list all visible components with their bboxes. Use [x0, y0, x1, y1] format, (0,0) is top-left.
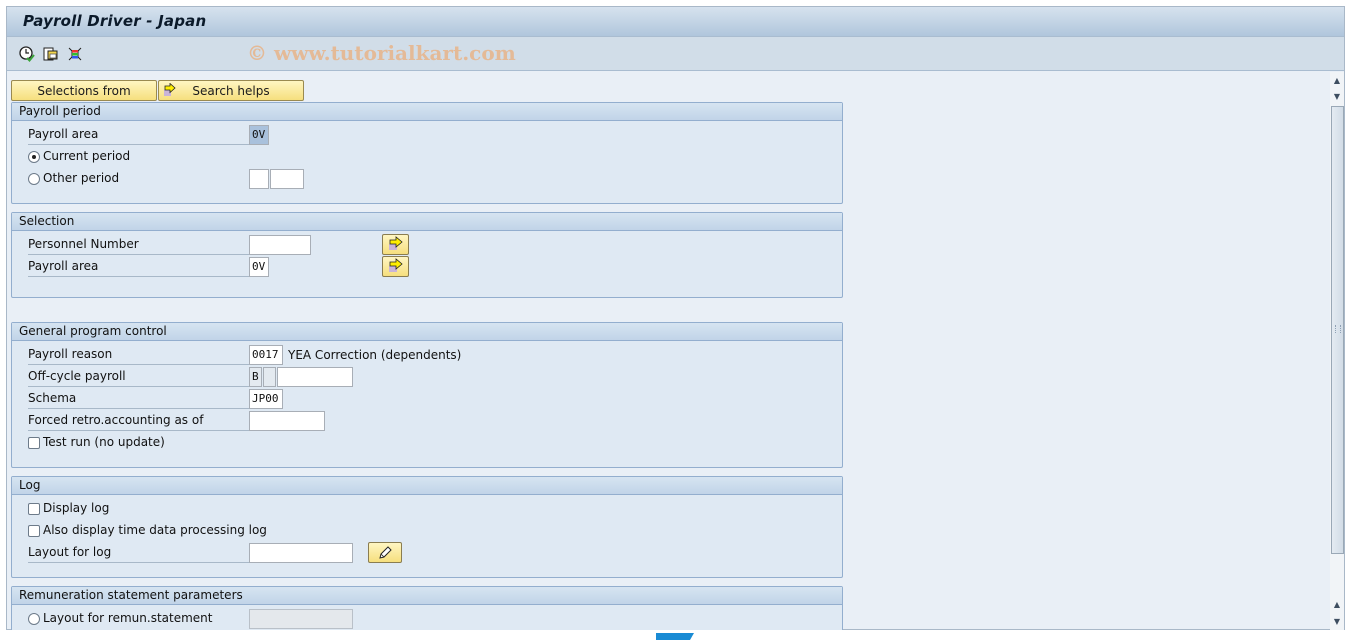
group-header: Payroll period [12, 103, 842, 121]
payroll-area-selection-field[interactable]: 0V [249, 257, 269, 277]
other-period-option[interactable]: Other period [28, 169, 228, 189]
group-header: General program control [12, 323, 842, 341]
watermark: © www.tutorialkart.com [247, 41, 516, 65]
layout-for-log-label: Layout for log [28, 543, 250, 563]
payroll-area-label: Payroll area [28, 257, 250, 277]
selection-group: Selection Personnel Number Payroll area … [11, 212, 843, 298]
get-variant-icon[interactable] [42, 45, 60, 63]
general-program-control-group: General program control Payroll reason 0… [11, 322, 843, 468]
display-log-checkbox[interactable] [28, 503, 40, 515]
scroll-up-icon[interactable]: ▲ [1330, 72, 1344, 88]
group-header: Remuneration statement parameters [12, 587, 842, 605]
execute-in-background-icon[interactable] [18, 45, 36, 63]
log-group: Log Display log Also display time data p… [11, 476, 843, 578]
payroll-reason-field[interactable]: 0017 [249, 345, 283, 365]
other-period-radio[interactable] [28, 173, 40, 185]
payroll-area-label: Payroll area [28, 125, 250, 145]
offcycle-date-field[interactable] [277, 367, 353, 387]
arrow-right-icon [389, 258, 403, 272]
personnel-number-field[interactable] [249, 235, 311, 255]
vertical-scrollbar[interactable]: ▲ ▼ ▲ ▼ [1330, 72, 1344, 631]
group-header: Selection [12, 213, 842, 231]
forced-retro-field[interactable] [249, 411, 325, 431]
status-bar [0, 630, 1359, 640]
application-toolbar: © www.tutorialkart.com [7, 37, 1344, 71]
page-title: Payroll Driver - Japan [23, 12, 207, 30]
pencil-icon [379, 546, 392, 559]
title-bar: Payroll Driver - Japan [7, 7, 1344, 37]
current-period-radio[interactable] [28, 151, 40, 163]
test-run-option[interactable]: Test run (no update) [28, 433, 228, 453]
payroll-period-group: Payroll period Payroll area 0V Current p… [11, 102, 843, 204]
other-period-field-2[interactable] [270, 169, 304, 189]
time-data-log-option[interactable]: Also display time data processing log [28, 521, 328, 541]
offcycle-type-field[interactable] [263, 367, 276, 387]
payroll-area-multiple-selection-button[interactable] [382, 256, 409, 277]
offcycle-indicator-field[interactable]: B [249, 367, 262, 387]
test-run-checkbox[interactable] [28, 437, 40, 449]
page-down-icon[interactable]: ▼ [1330, 613, 1344, 629]
schema-field[interactable]: JP00 [249, 389, 283, 409]
display-log-option[interactable]: Display log [28, 499, 328, 519]
other-period-field-1[interactable] [249, 169, 269, 189]
layout-for-log-field[interactable] [249, 543, 353, 563]
arrow-right-icon [163, 82, 177, 97]
layout-remun-option[interactable]: Layout for remun.statement [28, 609, 248, 629]
time-data-log-checkbox[interactable] [28, 525, 40, 537]
personnel-number-multiple-selection-button[interactable] [382, 234, 409, 255]
payroll-area-field[interactable]: 0V [249, 125, 269, 145]
sap-logo-icon [656, 633, 694, 640]
selection-options-icon[interactable] [66, 45, 84, 63]
payroll-reason-description: YEA Correction (dependents) [288, 348, 462, 362]
group-header: Log [12, 477, 842, 495]
page-up-icon[interactable]: ▲ [1330, 596, 1344, 612]
grip-icon [1335, 325, 1341, 333]
selections-from-button[interactable]: Selections from [11, 80, 157, 101]
current-period-option[interactable]: Current period [28, 147, 228, 167]
arrow-right-icon [389, 236, 403, 250]
forced-retro-label: Forced retro.accounting as of [28, 411, 250, 431]
edit-layout-button[interactable] [368, 542, 402, 563]
personnel-number-label: Personnel Number [28, 235, 250, 255]
schema-label: Schema [28, 389, 250, 409]
layout-remun-field[interactable] [249, 609, 353, 629]
search-helps-button[interactable]: Search helps [158, 80, 304, 101]
scroll-down-icon[interactable]: ▼ [1330, 88, 1344, 104]
offcycle-payroll-label: Off-cycle payroll [28, 367, 250, 387]
remuneration-statement-group: Remuneration statement parameters Layout… [11, 586, 843, 631]
selection-screen: Selections from Search helps Payroll per… [7, 72, 1329, 631]
layout-remun-radio[interactable] [28, 613, 40, 625]
scrollbar-thumb[interactable] [1331, 106, 1344, 554]
sap-window: Payroll Driver - Japan © www.tutorialkar… [6, 6, 1345, 631]
payroll-reason-label: Payroll reason [28, 345, 250, 365]
